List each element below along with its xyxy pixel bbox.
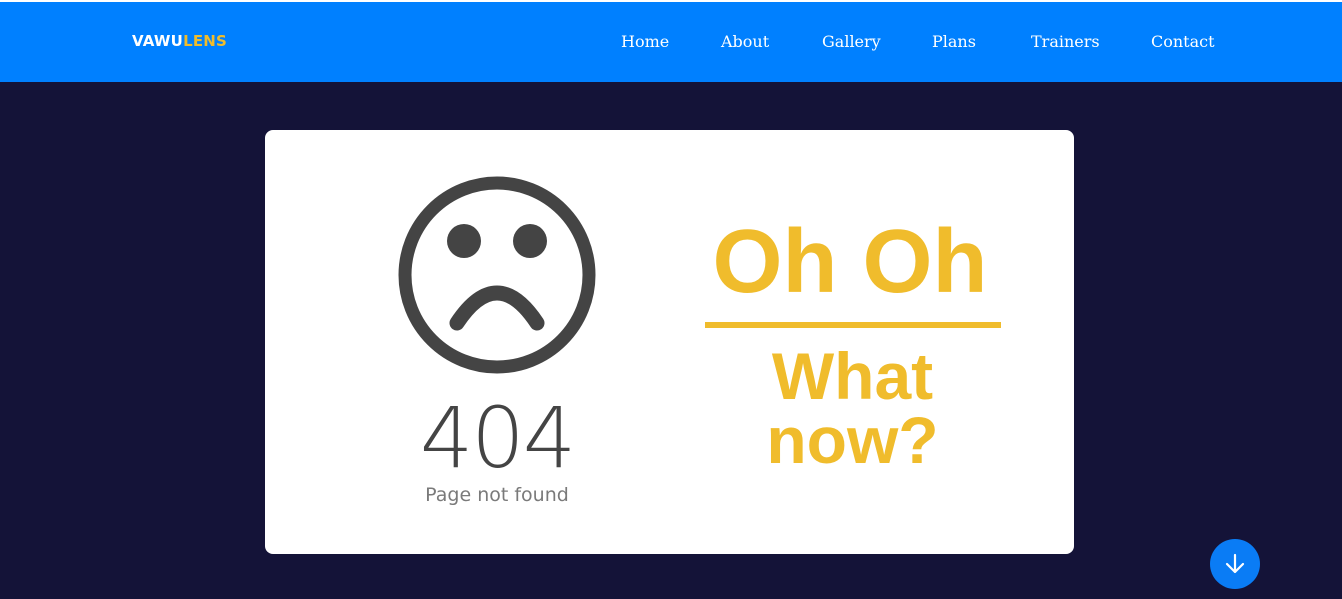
error-headline: Oh Oh (712, 212, 988, 312)
error-card (265, 130, 1074, 554)
sad-face-icon (397, 175, 597, 375)
error-message: Page not found (425, 484, 569, 506)
nav-link-trainers[interactable]: Trainers (1031, 31, 1100, 53)
brand-name-part2: LENS (183, 32, 228, 50)
nav-link-gallery[interactable]: Gallery (822, 31, 881, 53)
nav-link-about[interactable]: About (721, 31, 769, 53)
brand-logo[interactable]: VAWULENS (132, 31, 227, 51)
nav-link-plans[interactable]: Plans (932, 31, 976, 53)
brand-name-part1: VAWU (132, 32, 184, 50)
nav-link-home[interactable]: Home (621, 31, 669, 53)
nav-link-contact[interactable]: Contact (1151, 31, 1215, 53)
headline-divider (705, 322, 1001, 328)
scroll-down-button[interactable] (1210, 539, 1260, 589)
error-code: 404 (419, 389, 576, 487)
arrow-down-icon (1225, 553, 1245, 574)
error-subline: What now? (766, 339, 939, 477)
navbar: VAWULENS Home About Gallery Plans Traine… (0, 2, 1342, 82)
